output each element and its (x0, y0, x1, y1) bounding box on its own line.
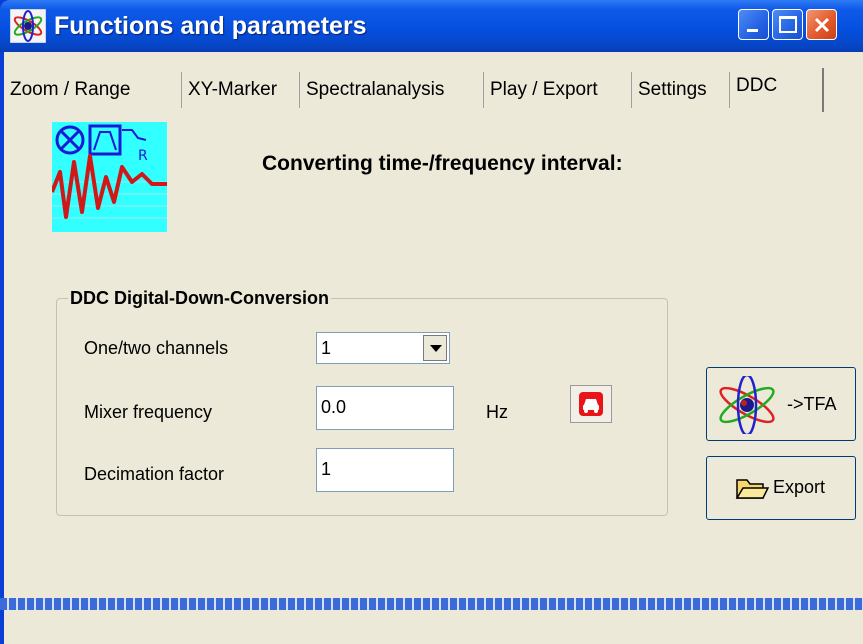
atom-icon (719, 376, 775, 434)
tab-xy-marker[interactable]: XY-Marker (182, 72, 300, 108)
tab-spectralanalysis[interactable]: Spectralanalysis (300, 72, 484, 108)
chevron-down-icon[interactable] (423, 335, 447, 361)
signal-filter-icon: R (52, 122, 167, 232)
mixer-frequency-input[interactable]: 0.0 (316, 386, 454, 430)
tab-play-export[interactable]: Play / Export (484, 72, 632, 108)
channels-select[interactable]: 1 (316, 332, 450, 364)
minimize-button[interactable] (738, 9, 769, 40)
window: Functions and parameters Zoom / Range XY… (0, 0, 863, 644)
export-button[interactable]: Export (706, 456, 856, 520)
atom-icon (10, 9, 46, 43)
page-heading: Converting time-/frequency interval: (262, 152, 623, 175)
title-bar[interactable]: Functions and parameters (0, 0, 863, 52)
folder-icon (735, 479, 769, 499)
tab-settings[interactable]: Settings (632, 72, 730, 108)
mixer-unit: Hz (486, 402, 508, 422)
minimize-icon (747, 29, 758, 32)
window-title: Functions and parameters (54, 12, 367, 40)
car-icon (579, 392, 603, 416)
svg-text:R: R (138, 148, 148, 164)
close-button[interactable] (806, 9, 837, 40)
decimation-label: Decimation factor (84, 464, 225, 484)
close-icon (814, 17, 830, 33)
mixer-label: Mixer frequency (84, 402, 213, 422)
progress-bar (0, 598, 863, 610)
car-button[interactable] (570, 385, 612, 423)
client-area: Zoom / Range XY-Marker Spectralanalysis … (4, 52, 863, 644)
channels-label: One/two channels (84, 338, 229, 358)
tab-ddc[interactable]: DDC (730, 68, 824, 112)
tab-zoom-range[interactable]: Zoom / Range (4, 72, 182, 108)
tab-strip: Zoom / Range XY-Marker Spectralanalysis … (4, 68, 863, 112)
maximize-button[interactable] (772, 9, 803, 40)
channels-value: 1 (321, 338, 332, 358)
tfa-button[interactable]: ->TFA (706, 367, 856, 441)
decimation-input[interactable]: 1 (316, 448, 454, 492)
maximize-icon (779, 16, 797, 33)
group-title: DDC Digital-Down-Conversion (68, 288, 331, 309)
tfa-label: ->TFA (787, 394, 837, 414)
export-label: Export (773, 477, 826, 497)
